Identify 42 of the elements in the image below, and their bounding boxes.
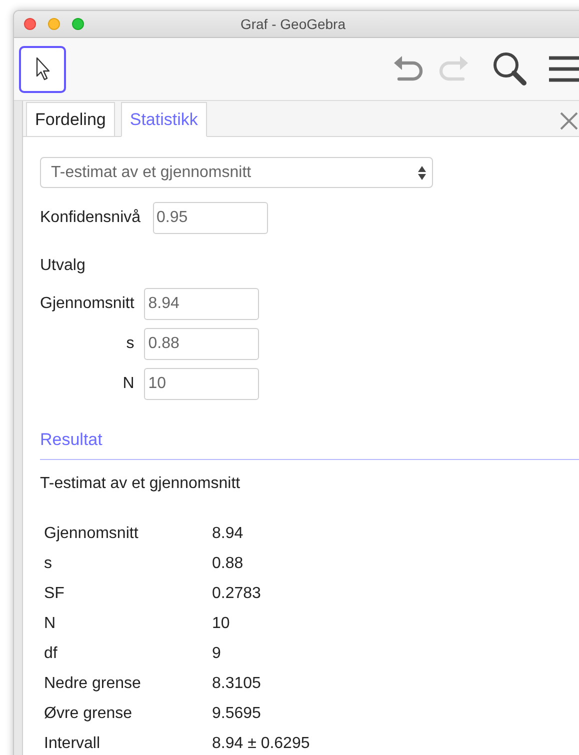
result-value: 0.88 bbox=[212, 554, 244, 574]
field-label: Konfidensnivå bbox=[40, 208, 141, 228]
result-value: 8.94 bbox=[212, 524, 244, 544]
sample-field[interactable]: 10 bbox=[144, 368, 260, 400]
pointer-icon bbox=[34, 56, 50, 82]
result-label: Nedre grense bbox=[44, 674, 142, 694]
sample-field[interactable]: 8.94 bbox=[144, 288, 260, 320]
section-heading: Utvalg bbox=[40, 256, 86, 276]
procedure-dropdown[interactable]: T-estimat av et gjennomsnitt bbox=[40, 157, 433, 188]
result-heading: Resultat bbox=[40, 427, 579, 460]
confidence-field[interactable]: 0.95 bbox=[152, 202, 268, 234]
result-label: Intervall bbox=[44, 734, 102, 754]
result-value: 8.94 ± 0.6295 bbox=[212, 734, 310, 754]
tab[interactable]: Statistikk bbox=[120, 102, 207, 137]
updown-icon bbox=[418, 166, 426, 180]
tab[interactable]: Fordeling bbox=[26, 102, 115, 137]
result-value: 10 bbox=[212, 614, 231, 634]
field-label: Gjennomsnitt bbox=[40, 294, 134, 314]
result-title: T-estimat av et gjennomsnitt bbox=[40, 474, 242, 494]
search-icon bbox=[492, 51, 528, 87]
result-label: s bbox=[44, 554, 53, 574]
close-button[interactable] bbox=[24, 18, 36, 30]
undo-icon bbox=[393, 55, 425, 83]
result-value: 0.2783 bbox=[212, 584, 262, 604]
sample-field[interactable]: 0.88 bbox=[144, 328, 260, 360]
move-tool-button[interactable] bbox=[19, 46, 66, 92]
menu-icon bbox=[548, 55, 579, 83]
result-value: 9.5695 bbox=[212, 704, 262, 724]
minimize-button[interactable] bbox=[48, 18, 60, 30]
close-icon[interactable] bbox=[559, 111, 579, 131]
result-label: df bbox=[44, 644, 58, 664]
result-value: 9 bbox=[212, 644, 222, 664]
redo-icon bbox=[437, 55, 469, 83]
zoom-button[interactable] bbox=[72, 18, 84, 30]
field-label: s bbox=[126, 334, 134, 354]
result-label: SF bbox=[44, 584, 66, 604]
field-label: N bbox=[122, 374, 134, 394]
result-label: N bbox=[44, 614, 57, 634]
result-value: 8.3105 bbox=[212, 674, 262, 694]
window-title: Graf - GeoGebra bbox=[240, 14, 346, 34]
result-label: Gjennomsnitt bbox=[44, 524, 140, 544]
result-label: Øvre grense bbox=[44, 704, 134, 724]
